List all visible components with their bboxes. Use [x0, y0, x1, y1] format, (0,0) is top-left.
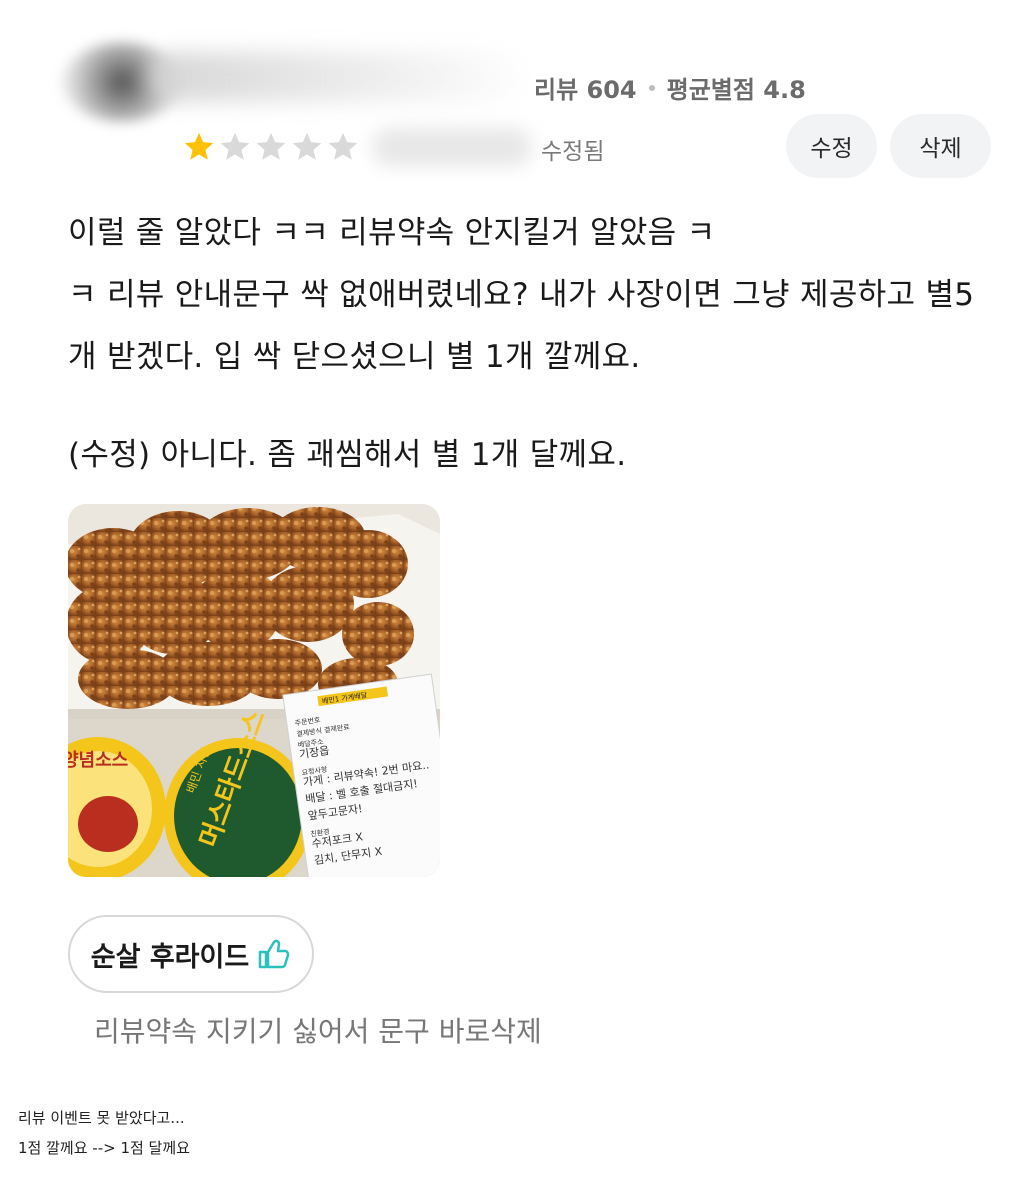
average-rating: 평균별점 4.8: [666, 76, 806, 104]
review-count: 리뷰 604: [534, 76, 637, 104]
caption-line: 리뷰 이벤트 못 받았다고...: [18, 1109, 185, 1127]
review-line: 이럴 줄 알았다 ㅋㅋ 리뷰약속 안지킬거 알았음 ㅋ: [68, 215, 716, 251]
fried-chicken-photo: 양념소스 배민 치킨 머스타드소스 배민1 가게배달 주문번호결제방식 결제완료…: [68, 504, 440, 877]
caption-line: 1점 깔께요 --> 1점 달께요: [18, 1139, 190, 1157]
star-empty-icon: [328, 132, 358, 160]
thumbs-up-icon: [258, 939, 290, 969]
owner-note: 리뷰약속 지키기 싫어서 문구 바로삭제: [94, 1015, 542, 1048]
edited-label: 수정됨: [541, 139, 605, 165]
review-body: 이럴 줄 알았다 ㅋㅋ 리뷰약속 안지킬거 알았음 ㅋ ㅋ 리뷰 안내문구 싹 …: [68, 202, 1008, 486]
author-name-blurred: [150, 52, 520, 102]
edit-button[interactable]: 수정: [786, 114, 877, 178]
star-filled-icon: [184, 132, 214, 160]
star-empty-icon: [292, 132, 322, 160]
review-edit-note: (수정) 아니다. 좀 괘씸해서 별 1개 달께요.: [68, 437, 627, 473]
review-line: 개 받겠다. 입 싹 닫으셨으니 별 1개 깔께요.: [68, 339, 641, 375]
author-stats: 리뷰 604 평균별점 4.8: [534, 70, 806, 105]
review-photo[interactable]: 양념소스 배민 치킨 머스타드소스 배민1 가게배달 주문번호 결제방식 결제완료…: [68, 504, 440, 877]
review-line: ㅋ 리뷰 안내문구 싹 없애버렸네요? 내가 사장이면 그냥 제공하고 별5: [68, 277, 975, 313]
star-rating: [182, 130, 360, 164]
star-empty-icon: [256, 132, 286, 160]
delete-button[interactable]: 삭제: [890, 114, 991, 178]
review-date-blurred: [372, 128, 532, 166]
order-receipt: 배민1 가게배달 주문번호결제방식 결제완료배달주소기장읍요청사항가게 : 리뷰…: [282, 673, 440, 877]
sauce-left-label: 양념소스: [68, 750, 128, 771]
menu-item-label: 순살 후라이드: [90, 941, 250, 973]
menu-item-chip[interactable]: 순살 후라이드: [68, 915, 314, 993]
star-empty-icon: [220, 132, 250, 160]
separator-dot: [648, 84, 655, 91]
